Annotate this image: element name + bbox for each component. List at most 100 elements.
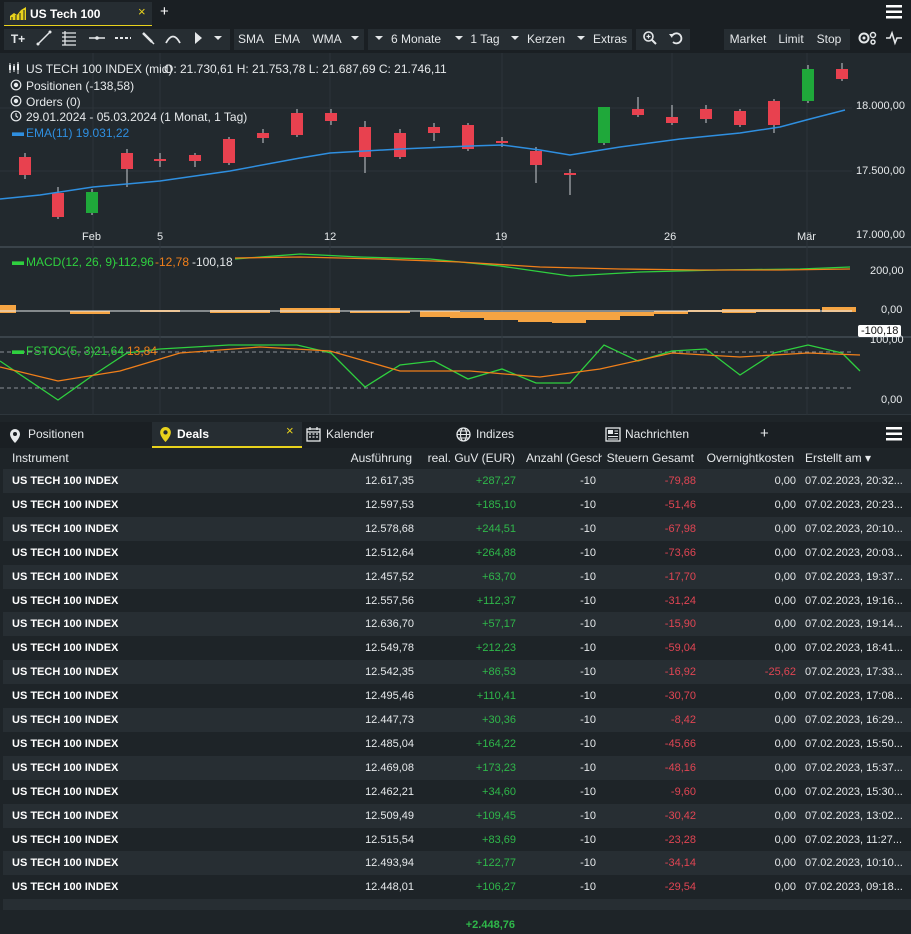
dotted-line-icon[interactable] (112, 30, 134, 49)
cell-overnight: 0,00 (774, 618, 796, 631)
tab-close-icon[interactable]: × (138, 4, 146, 19)
macd-histogram (0, 305, 856, 323)
chart-canvas[interactable] (0, 53, 911, 415)
header-guv[interactable]: real. GuV (EUR) (428, 451, 515, 465)
zoom-icon[interactable] (640, 30, 660, 49)
table-row[interactable]: US TECH 100 INDEX 12.557,56 +112,37 -10 -31,… (3, 588, 911, 613)
macd-value: -112,96 (114, 255, 154, 269)
cell-instrument: US TECH 100 INDEX (12, 857, 119, 870)
table-row[interactable]: US TECH 100 INDEX 12.457,52 +63,70 -10 -17,7… (3, 564, 911, 589)
cell-steuern: -31,24 (664, 594, 696, 607)
table-row[interactable]: US TECH 100 INDEX 12.512,64 +264,88 -10 -73,… (3, 540, 911, 565)
header-instrument[interactable]: Instrument (12, 451, 69, 465)
candle-body (700, 109, 712, 119)
table-row[interactable]: US TECH 100 INDEX 12.549,78 +212,23 -10 -59,… (3, 636, 911, 661)
curve-tool-icon[interactable] (162, 30, 184, 49)
text-tool-button[interactable]: T+ (8, 30, 28, 49)
table-row[interactable]: US TECH 100 INDEX 12.448,01 +106,27 -10 -29,… (3, 875, 911, 900)
table-row[interactable]: US TECH 100 INDEX 12.578,68 +244,51 -10 -67,… (3, 516, 911, 541)
brush-tool-icon[interactable] (138, 30, 158, 49)
horizontal-line-icon[interactable] (86, 30, 108, 49)
market-order-button[interactable]: Market (727, 30, 769, 49)
period-select[interactable]: 6 Monate (388, 30, 444, 49)
cell-anzahl: -10 (580, 737, 596, 750)
tab-indizes[interactable]: Indizes (456, 422, 596, 446)
candle-body (428, 127, 440, 133)
sma-button[interactable]: SMA (236, 30, 266, 49)
table-row[interactable]: US TECH 100 INDEX 12.542,35 +86,53 -10 -16,9… (3, 660, 911, 685)
candle-body (154, 159, 166, 161)
interval-dropdown-icon[interactable] (452, 30, 466, 49)
table-row[interactable]: US TECH 100 INDEX 12.485,04 +164,22 -10 -45,… (3, 731, 911, 756)
header-erstellt-sort[interactable]: Erstellt am ▾ (805, 451, 871, 465)
cell-guv: +106,27 (475, 881, 516, 894)
extras-select[interactable]: Extras (590, 30, 630, 49)
bottom-menu-icon[interactable] (886, 427, 902, 444)
cell-overnight: 0,00 (774, 498, 796, 511)
header-ausfuehrung[interactable]: Ausführung (351, 451, 412, 465)
chart-type-dropdown-icon[interactable] (508, 30, 522, 49)
table-row[interactable]: US TECH 100 INDEX 12.447,73 +30,36 -10 -8,42… (3, 708, 911, 732)
candle-body (325, 113, 337, 121)
table-row[interactable]: US TECH 100 INDEX 12.462,21 +34,60 -10 -9,60… (3, 779, 911, 804)
tab-us-tech-100[interactable]: US Tech 100 × (4, 2, 152, 27)
orders-radio-icon[interactable] (10, 95, 22, 110)
cell-overnight: 0,00 (774, 642, 796, 655)
cursor-tool-icon[interactable] (190, 30, 206, 49)
table-row[interactable]: US TECH 100 INDEX 12.509,49 +109,45 -10 -30,… (3, 803, 911, 828)
table-row[interactable]: US TECH 100 INDEX 12.469,08 +173,23 -10 -48,… (3, 755, 911, 780)
drawing-dropdown-icon[interactable] (210, 30, 226, 49)
header-steuern[interactable]: Steuern Gesamt (607, 451, 694, 465)
table-row[interactable]: US TECH 100 INDEX 12.515,54 +83,69 -10 -23,2… (3, 827, 911, 852)
wma-button[interactable]: WMA (310, 30, 344, 49)
ema-button[interactable]: EMA (272, 30, 302, 49)
fibonacci-tool-icon[interactable] (58, 30, 80, 49)
tab-kalender[interactable]: Kalender (306, 422, 446, 446)
cell-instrument: US TECH 100 INDEX (12, 785, 119, 798)
tab-label: US Tech 100 (30, 7, 101, 21)
add-tab-button[interactable]: + (160, 3, 169, 20)
chart-panel[interactable]: US TECH 100 INDEX (mid) O: 21.730,61 H: … (0, 53, 911, 415)
cell-erstellt: 07.02.2023, 15:30... (805, 785, 903, 798)
stop-order-button[interactable]: Stop (813, 30, 845, 49)
table-row[interactable]: US TECH 100 INDEX 12.636,70 +57,17 -10 -15,9… (3, 612, 911, 637)
tab-nachrichten[interactable]: Nachrichten (605, 422, 745, 446)
menu-icon[interactable] (886, 5, 902, 22)
cell-overnight: 0,00 (774, 594, 796, 607)
table-row[interactable]: US TECH 100 INDEX 12.493,94 +122,77 -10 -34,… (3, 851, 911, 876)
cell-instrument: US TECH 100 INDEX (12, 737, 119, 750)
extras-dropdown-icon[interactable] (574, 30, 588, 49)
cell-guv: +122,77 (475, 857, 516, 870)
indicator-dropdown-icon[interactable] (348, 30, 362, 49)
macd-signal-value: -12,78 (155, 255, 190, 269)
undo-icon[interactable] (666, 30, 686, 49)
deals-total-row: +2.448,76 (0, 910, 911, 934)
period-dropdown-icon[interactable] (372, 30, 386, 49)
add-bottom-tab-button[interactable]: + (760, 422, 769, 446)
close-deals-tab-icon[interactable]: × (286, 419, 294, 443)
tab-positionen[interactable]: Positionen (8, 422, 148, 446)
chart-type-select[interactable]: Kerzen (524, 30, 568, 49)
newspaper-icon (605, 426, 621, 450)
table-row[interactable]: US TECH 100 INDEX 12.597,53 +185,10 -10 -51,… (3, 492, 911, 517)
header-anzahl[interactable]: Anzahl (Geschl (526, 451, 602, 465)
tab-deals[interactable]: Deals × (152, 422, 302, 448)
cell-erstellt: 07.02.2023, 11:27... (805, 833, 903, 846)
line-tool-icon[interactable] (34, 30, 54, 49)
cell-ausfuehrung: 12.462,21 (365, 785, 414, 798)
ema-legend-label: EMA(11) 19.031,22 (26, 126, 130, 140)
cell-anzahl: -10 (580, 475, 596, 487)
table-row[interactable]: US TECH 100 INDEX 12.495,46 +110,41 -10 -30,… (3, 684, 911, 709)
instrument-label: US TECH 100 INDEX (mid) (26, 62, 173, 76)
positions-radio-icon[interactable] (10, 79, 22, 94)
table-row[interactable]: US TECH 100 INDEX 12.617,35 +287,27 -10 -79,… (3, 469, 911, 493)
cell-steuern: -30,70 (664, 690, 696, 703)
candle-body (632, 109, 644, 115)
header-overnight[interactable]: Overnightkosten (707, 451, 794, 465)
cell-guv: +110,41 (476, 690, 516, 703)
interval-select[interactable]: 1 Tag (468, 30, 502, 49)
chart-settings-icon[interactable] (856, 30, 880, 49)
limit-order-button[interactable]: Limit (775, 30, 807, 49)
pulse-icon[interactable] (882, 30, 906, 49)
price-axis-label: 18.000,00 (856, 100, 905, 112)
